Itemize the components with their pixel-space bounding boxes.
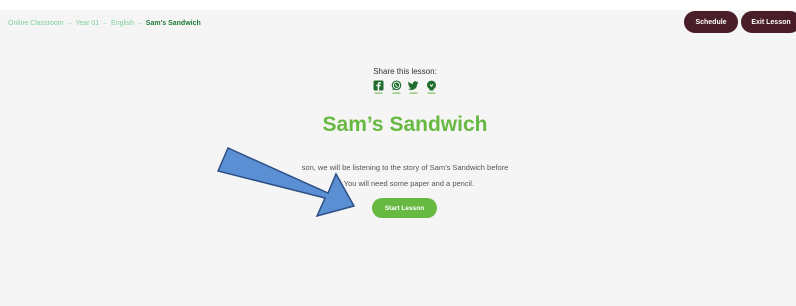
breadcrumb-separator: – <box>103 20 108 27</box>
breadcrumb-item-subject[interactable]: English <box>111 20 134 27</box>
twitter-icon[interactable] <box>408 80 419 94</box>
schedule-button[interactable]: Schedule <box>684 11 738 33</box>
lesson-description-line-2: it. You will need some paper and a penci… <box>335 179 474 188</box>
breadcrumb-separator: – <box>67 20 72 27</box>
breadcrumb-current: Sam's Sandwich <box>145 20 201 27</box>
start-lesson-button[interactable]: Start Lesson <box>372 198 437 218</box>
breadcrumb-separator: – <box>137 20 142 27</box>
google-classroom-icon[interactable] <box>426 80 437 94</box>
whatsapp-icon[interactable] <box>391 80 402 94</box>
breadcrumb: Online Classroom – Year 01 – English – S… <box>8 20 201 27</box>
lesson-title: Sam’s Sandwich <box>322 113 488 136</box>
share-label: Share this lesson: <box>373 67 437 76</box>
breadcrumb-item-year[interactable]: Year 01 <box>75 20 99 27</box>
lesson-description-line-1: son, we will be listening to the story o… <box>301 163 509 172</box>
exit-lesson-button[interactable]: Exit Lesson <box>741 11 796 33</box>
lesson-description: son, we will be listening to the story o… <box>240 160 570 192</box>
lesson-panel <box>0 10 796 306</box>
share-icons <box>373 80 437 94</box>
facebook-icon[interactable] <box>373 80 384 94</box>
breadcrumb-item-online-classroom[interactable]: Online Classroom <box>8 20 64 27</box>
